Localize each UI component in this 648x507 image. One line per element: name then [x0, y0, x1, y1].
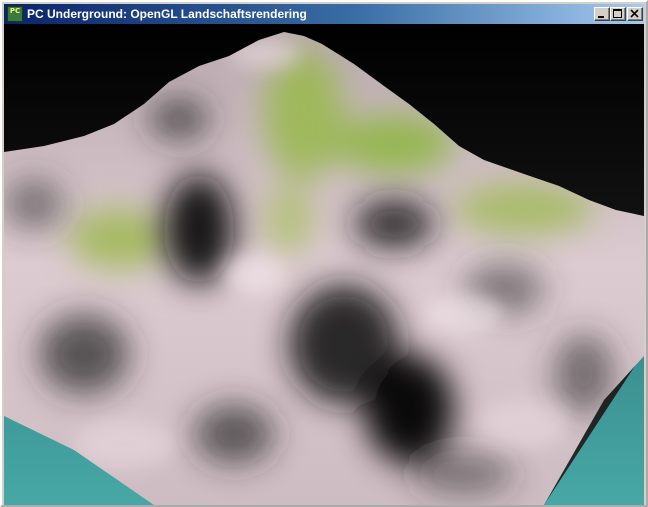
terrain-render: [4, 24, 644, 505]
app-window: PC PC Underground: OpenGL Landschaftsren…: [0, 0, 648, 507]
maximize-button[interactable]: [610, 7, 626, 21]
close-icon: [630, 9, 639, 18]
window-title: PC Underground: OpenGL Landschaftsrender…: [27, 7, 307, 21]
render-viewport[interactable]: [4, 24, 644, 505]
minimize-icon: [598, 16, 604, 18]
minimize-button[interactable]: [594, 7, 610, 21]
app-icon-label: PC: [9, 7, 21, 15]
close-button[interactable]: [627, 7, 643, 21]
title-bar[interactable]: PC PC Underground: OpenGL Landschaftsren…: [4, 4, 644, 24]
pc-underground-app-icon[interactable]: PC: [7, 6, 23, 22]
maximize-icon: [613, 9, 622, 18]
